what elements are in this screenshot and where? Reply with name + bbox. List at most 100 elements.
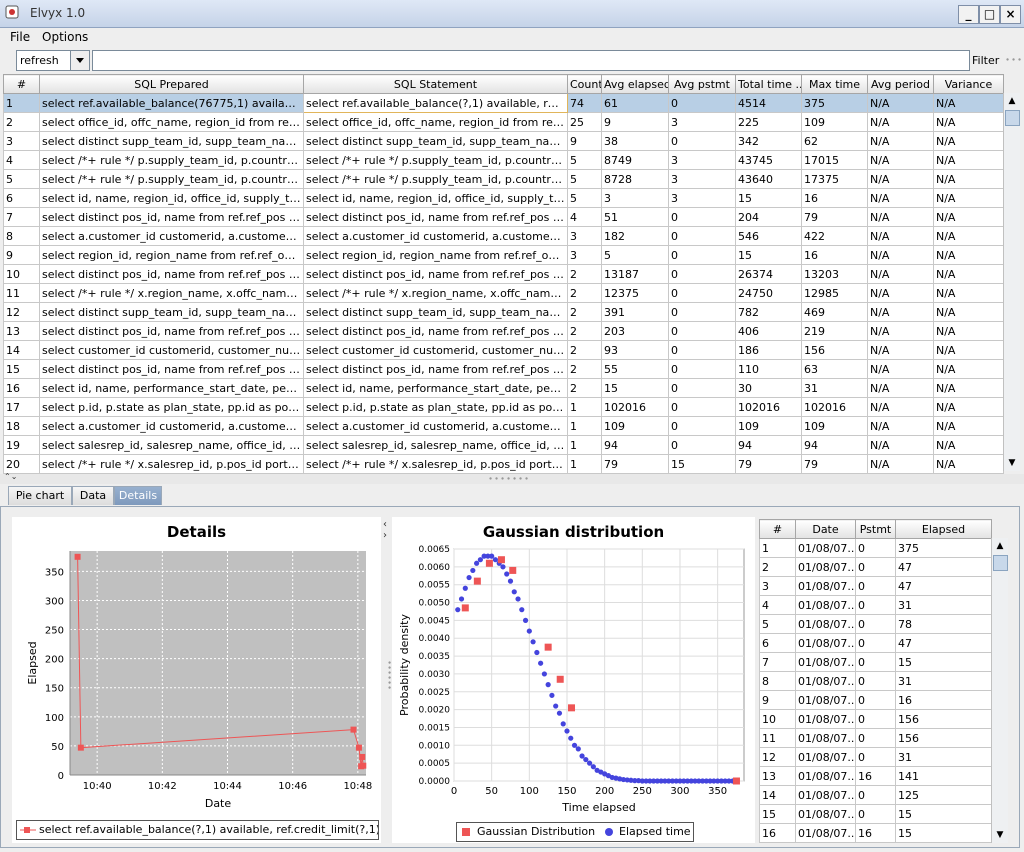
table-cell[interactable]: 6 <box>3 188 40 208</box>
table-row[interactable]: 1 select ref.available_balance(76775,1) a… <box>3 93 1004 113</box>
table-cell[interactable]: 182 <box>601 226 669 246</box>
table-cell[interactable]: 1 <box>3 93 40 113</box>
table-cell[interactable]: select ref.available_balance(76775,1) av… <box>39 93 304 113</box>
table-cell[interactable]: 109 <box>801 416 868 436</box>
column-header[interactable]: Avg pstmt <box>668 74 736 94</box>
column-header[interactable]: SQL Statement <box>303 74 568 94</box>
table-cell[interactable]: 79 <box>801 207 868 227</box>
table-cell[interactable]: 15 <box>668 454 736 474</box>
tab-data[interactable]: Data <box>72 486 114 505</box>
table-cell[interactable]: select office_id, offc_name, region_id f… <box>303 112 568 132</box>
table-cell[interactable]: select /*+ rule */ x.region_name, x.offc… <box>303 283 568 303</box>
table-cell[interactable]: 0 <box>668 302 736 322</box>
table-cell[interactable]: N/A <box>933 169 1004 189</box>
table-cell[interactable]: select distinct pos_id, name from ref.re… <box>303 359 568 379</box>
table-cell[interactable]: N/A <box>933 150 1004 170</box>
table-cell[interactable]: 0 <box>855 652 896 672</box>
table-cell[interactable]: 10 <box>759 709 796 729</box>
table-cell[interactable]: N/A <box>867 226 934 246</box>
table-cell[interactable]: 469 <box>801 302 868 322</box>
table-cell[interactable]: 5 <box>567 188 602 208</box>
table-cell[interactable]: 0 <box>668 207 736 227</box>
table-row[interactable]: 12 01/08/07... 0 31 <box>759 747 992 767</box>
table-row[interactable]: 2 select office_id, offc_name, region_id … <box>3 112 1004 132</box>
table-cell[interactable]: 30 <box>735 378 802 398</box>
table-cell[interactable]: 4 <box>759 595 796 615</box>
refresh-combo[interactable]: refresh <box>16 50 90 71</box>
table-cell[interactable]: 15 <box>895 652 992 672</box>
table-cell[interactable]: 2 <box>567 359 602 379</box>
table-row[interactable]: 5 select /*+ rule */ p.supply_team_id, p.… <box>3 169 1004 189</box>
table-cell[interactable]: 15 <box>895 804 992 824</box>
table-cell[interactable]: N/A <box>867 397 934 417</box>
table-cell[interactable]: 3 <box>3 131 40 151</box>
table-cell[interactable]: 3 <box>567 245 602 265</box>
table-cell[interactable]: 109 <box>801 112 868 132</box>
table-cell[interactable]: 15 <box>3 359 40 379</box>
table-row[interactable]: 4 01/08/07... 0 31 <box>759 595 992 615</box>
table-row[interactable]: 13 select distinct pos_id, name from ref.… <box>3 321 1004 341</box>
table-row[interactable]: 3 01/08/07... 0 47 <box>759 576 992 596</box>
table-cell[interactable]: 546 <box>735 226 802 246</box>
table-cell[interactable]: 9 <box>3 245 40 265</box>
table-cell[interactable]: 3 <box>668 169 736 189</box>
table-cell[interactable]: 0 <box>855 747 896 767</box>
table-cell[interactable]: select customer_id customerid, customer_… <box>39 340 304 360</box>
table-cell[interactable]: 156 <box>801 340 868 360</box>
table-cell[interactable]: 17015 <box>801 150 868 170</box>
table-row[interactable]: 19 select salesrep_id, salesrep_name, off… <box>3 435 1004 455</box>
table-cell[interactable]: 2 <box>567 302 602 322</box>
table-cell[interactable]: 13 <box>759 766 796 786</box>
column-header[interactable]: Total time ... <box>735 74 802 94</box>
table-cell[interactable]: 0 <box>855 671 896 691</box>
table-cell[interactable]: select salesrep_id, salesrep_name, offic… <box>39 435 304 455</box>
table-cell[interactable]: N/A <box>867 245 934 265</box>
table-cell[interactable]: N/A <box>933 302 1004 322</box>
table-cell[interactable]: 0 <box>668 93 736 113</box>
table-cell[interactable]: 0 <box>855 557 896 577</box>
table-cell[interactable]: 16 <box>759 823 796 843</box>
table-cell[interactable]: 0 <box>668 245 736 265</box>
table-row[interactable]: 12 select distinct supp_team_id, supp_tea… <box>3 302 1004 322</box>
table-cell[interactable]: 342 <box>735 131 802 151</box>
table-cell[interactable]: 79 <box>801 454 868 474</box>
table-cell[interactable]: N/A <box>933 340 1004 360</box>
panel-expand-right-icon[interactable]: › <box>383 530 387 541</box>
table-cell[interactable]: select distinct pos_id, name from ref.re… <box>39 359 304 379</box>
table-cell[interactable]: 1 <box>567 397 602 417</box>
table-cell[interactable]: 2 <box>567 340 602 360</box>
table-row[interactable]: 17 select p.id, p.state as plan_state, pp… <box>3 397 1004 417</box>
table-cell[interactable]: select a.customer_id customerid, a.custo… <box>303 416 568 436</box>
table-cell[interactable]: 01/08/07... <box>795 690 856 710</box>
table-cell[interactable]: select distinct pos_id, name from ref.re… <box>39 321 304 341</box>
table-cell[interactable]: 01/08/07... <box>795 766 856 786</box>
table-cell[interactable]: N/A <box>867 207 934 227</box>
table-row[interactable]: 4 select /*+ rule */ p.supply_team_id, p.… <box>3 150 1004 170</box>
table-cell[interactable]: 74 <box>567 93 602 113</box>
scroll-thumb[interactable] <box>1005 110 1020 126</box>
table-cell[interactable]: 0 <box>855 785 896 805</box>
table-cell[interactable]: 0 <box>668 359 736 379</box>
table-cell[interactable]: 125 <box>895 785 992 805</box>
table-cell[interactable]: 1 <box>567 435 602 455</box>
table-cell[interactable]: select distinct pos_id, name from ref.re… <box>39 207 304 227</box>
table-cell[interactable]: 20 <box>3 454 40 474</box>
table-cell[interactable]: N/A <box>933 283 1004 303</box>
table-cell[interactable]: select id, name, region_id, office_id, s… <box>39 188 304 208</box>
table-cell[interactable]: 16 <box>3 378 40 398</box>
table-cell[interactable]: select distinct supp_team_id, supp_team_… <box>303 131 568 151</box>
table-cell[interactable]: select p.id, p.state as plan_state, pp.i… <box>39 397 304 417</box>
table-cell[interactable]: 16 <box>855 823 896 843</box>
table-cell[interactable]: N/A <box>933 226 1004 246</box>
table-cell[interactable]: N/A <box>933 188 1004 208</box>
table-cell[interactable]: 94 <box>601 435 669 455</box>
table-cell[interactable]: select distinct pos_id, name from ref.re… <box>303 207 568 227</box>
table-cell[interactable]: 0 <box>668 283 736 303</box>
table-cell[interactable]: N/A <box>867 302 934 322</box>
column-header[interactable]: # <box>759 519 796 539</box>
table-cell[interactable]: 5 <box>759 614 796 634</box>
column-header[interactable]: Max time <box>801 74 868 94</box>
table-cell[interactable]: 62 <box>801 131 868 151</box>
table-cell[interactable]: 2 <box>759 557 796 577</box>
table-cell[interactable]: 0 <box>668 131 736 151</box>
